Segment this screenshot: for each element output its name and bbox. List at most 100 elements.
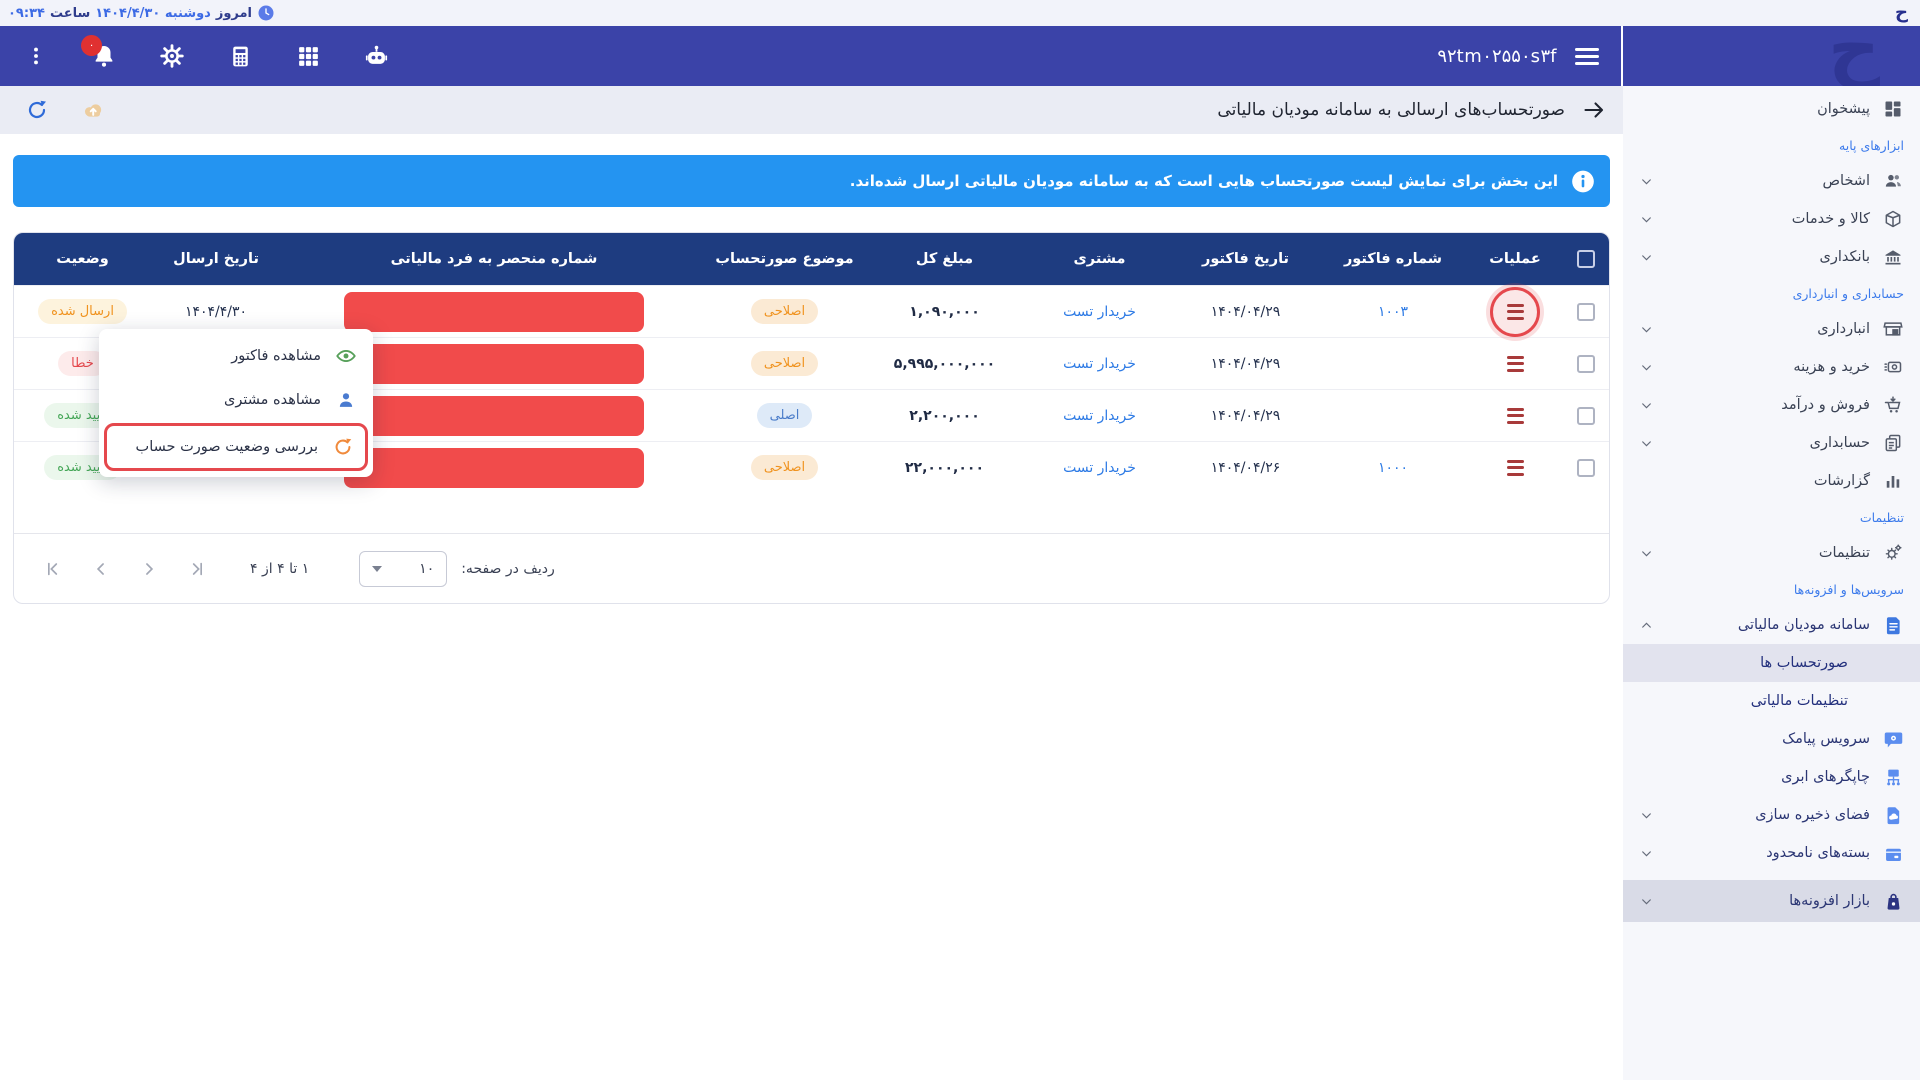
pager-next-page-button[interactable] (138, 558, 160, 580)
pagination-bar: ردیف در صفحه: ۱۰ ۱ تا ۴ از ۴ (14, 533, 1609, 603)
subject-badge: اصلاحی (751, 299, 818, 324)
settings-gear-icon[interactable] (158, 42, 186, 70)
column-header-invoice-date: تاریخ فاکتور (1172, 233, 1319, 285)
back-arrow-icon[interactable] (1581, 97, 1607, 123)
sidebar-item-purchase-expense[interactable]: خرید و هزینه (1623, 348, 1920, 386)
row-checkbox[interactable] (1577, 303, 1595, 321)
tax-document-icon (1882, 614, 1904, 636)
menu-toggle-icon[interactable] (1575, 48, 1599, 65)
row-checkbox[interactable] (1577, 459, 1595, 477)
pager-prev-page-button[interactable] (90, 558, 112, 580)
sidebar-item-banking[interactable]: بانکداری (1623, 238, 1920, 276)
main-content: صورتحساب‌های ارسالی به سامانه مودیان مال… (0, 86, 1623, 1080)
invoice-date: ۱۴۰۴/۰۴/۲۹ (1172, 338, 1319, 389)
notification-badge: ۰ (81, 35, 102, 56)
nav-row: ح ۹۲tm۰۲۵۵۰s۳f ۰ (0, 26, 1920, 86)
sidebar-header: ح (1623, 26, 1920, 86)
pager-first-page-button[interactable] (42, 558, 64, 580)
menu-item-view-customer[interactable]: مشاهده مشتری (99, 378, 373, 422)
row-actions-button[interactable] (1507, 460, 1524, 476)
business-id[interactable]: ۹۲tm۰۲۵۵۰s۳f (1437, 46, 1557, 67)
dashboard-icon (1882, 98, 1904, 120)
subject-badge: اصلاحی (751, 351, 818, 376)
pager-last-page-button[interactable] (186, 558, 208, 580)
sidebar-item-reports[interactable]: گزارشات (1623, 462, 1920, 500)
date-value: دوشنبه ۱۴۰۴/۴/۳۰ (95, 6, 211, 21)
row-checkbox[interactable] (1577, 355, 1595, 373)
sidebar-item-tax-system[interactable]: سامانه مودیان مالیاتی (1623, 606, 1920, 644)
chevron-down-icon (1639, 174, 1653, 188)
sidebar-item-goods-services[interactable]: کالا و خدمات (1623, 200, 1920, 238)
sidebar-item-addons-market[interactable]: بازار افزونه‌ها (1623, 880, 1920, 922)
subject-badge: اصلاحی (751, 455, 818, 480)
sidebar-item-storage-space[interactable]: فضای ذخیره سازی (1623, 796, 1920, 834)
row-checkbox[interactable] (1577, 407, 1595, 425)
total-amount: ۵,۹۹۵,۰۰۰,۰۰۰ (894, 356, 995, 372)
sidebar-item-settings[interactable]: تنظیمات (1623, 534, 1920, 572)
time-value: ۰۹:۳۴ (8, 6, 45, 21)
invoice-date: ۱۴۰۴/۰۴/۲۹ (1172, 390, 1319, 441)
menu-item-label: بررسی وضعیت صورت حساب (136, 439, 318, 455)
sidebar-section-services-addons: سرویس‌ها و افزونه‌ها (1623, 572, 1920, 606)
info-banner-text: این بخش برای نمایش لیست صورتحساب هایی اس… (850, 172, 1558, 190)
sidebar-item-cloud-printers[interactable]: چاپگرهای ابری (1623, 758, 1920, 796)
column-header-actions: عملیات (1467, 233, 1563, 285)
sidebar-item-sms-service[interactable]: سرویس پیامک (1623, 720, 1920, 758)
chevron-down-icon (1639, 212, 1653, 226)
sidebar-item-sales-income[interactable]: فروش و درآمد (1623, 386, 1920, 424)
apps-grid-icon[interactable] (294, 42, 322, 70)
column-header-subject: موضوع صورتحساب (707, 233, 862, 285)
sidebar-item-warehousing[interactable]: انبارداری (1623, 310, 1920, 348)
sidebar-item-unlimited-packages[interactable]: بسته‌های نامحدود (1623, 834, 1920, 872)
cloud-printer-icon (1882, 766, 1904, 788)
chevron-down-icon (1639, 546, 1653, 560)
sidebar-section-basic-tools: ابزارهای پایه (1623, 128, 1920, 162)
chevron-down-icon (1639, 846, 1653, 860)
redacted-tax-uid (344, 344, 644, 384)
menu-item-view-invoice[interactable]: مشاهده فاکتور (99, 334, 373, 378)
chevron-down-icon (1639, 322, 1653, 336)
page-title-bar: صورتحساب‌های ارسالی به سامانه مودیان مال… (0, 86, 1623, 134)
column-header-tax-uid: شماره منحصر به فرد مالیاتی (281, 233, 707, 285)
sidebar-item-dashboard[interactable]: پیشخوان (1623, 90, 1920, 128)
people-icon (1882, 170, 1904, 192)
sidebar-item-persons[interactable]: اشخاص (1623, 162, 1920, 200)
sidebar-subitem-invoices[interactable]: صورتحساب ها (1623, 644, 1920, 682)
brand-logo-mini: ح (1895, 4, 1908, 22)
rows-per-page-select[interactable]: ۱۰ (359, 551, 447, 587)
chevron-down-icon (1639, 360, 1653, 374)
customer-link[interactable]: خریدار تست (1063, 304, 1136, 320)
calculator-icon[interactable] (226, 42, 254, 70)
select-all-checkbox[interactable] (1577, 250, 1595, 268)
robot-assistant-icon[interactable] (362, 42, 390, 70)
refresh-icon[interactable] (24, 97, 50, 123)
time-label: ساعت (50, 6, 90, 21)
sidebar-section-accounting-warehousing: حسابداری و انبارداری (1623, 276, 1920, 310)
invoice-number-link[interactable]: ۱۰۰۰ (1378, 460, 1408, 476)
row-actions-button[interactable] (1507, 356, 1524, 372)
sidebar-subitem-tax-settings[interactable]: تنظیمات مالیاتی (1623, 682, 1920, 720)
sidebar: پیشخوان ابزارهای پایه اشخاص کالا و خدمات… (1623, 86, 1920, 1080)
customer-link[interactable]: خریدار تست (1063, 356, 1136, 372)
gears-icon (1882, 542, 1904, 564)
notifications-bell-icon[interactable]: ۰ (90, 42, 118, 70)
chevron-down-icon (1639, 398, 1653, 412)
row-actions-button[interactable] (1507, 304, 1524, 320)
invoice-date: ۱۴۰۴/۰۴/۲۹ (1172, 286, 1319, 337)
chevron-down-icon (1639, 250, 1653, 264)
invoice-number-link[interactable]: ۱۰۰۳ (1378, 304, 1408, 320)
cloud-file-icon (1882, 804, 1904, 826)
kebab-menu-icon[interactable] (22, 42, 50, 70)
top-strip: ح امروز دوشنبه ۱۴۰۴/۴/۳۰ ساعت ۰۹:۳۴ (0, 0, 1920, 26)
rows-per-page-label: ردیف در صفحه: (461, 561, 555, 577)
menu-item-check-invoice-status[interactable]: بررسی وضعیت صورت حساب (104, 423, 368, 471)
top-navbar: ۹۲tm۰۲۵۵۰s۳f ۰ (0, 26, 1621, 86)
chevron-down-icon (1639, 894, 1653, 908)
customer-link[interactable]: خریدار تست (1063, 460, 1136, 476)
row-actions-button[interactable] (1507, 408, 1524, 424)
cloud-upload-icon[interactable] (80, 97, 106, 123)
person-icon (335, 389, 357, 411)
sidebar-item-accounting[interactable]: حسابداری (1623, 424, 1920, 462)
customer-link[interactable]: خریدار تست (1063, 408, 1136, 424)
subject-badge: اصلی (757, 403, 813, 428)
